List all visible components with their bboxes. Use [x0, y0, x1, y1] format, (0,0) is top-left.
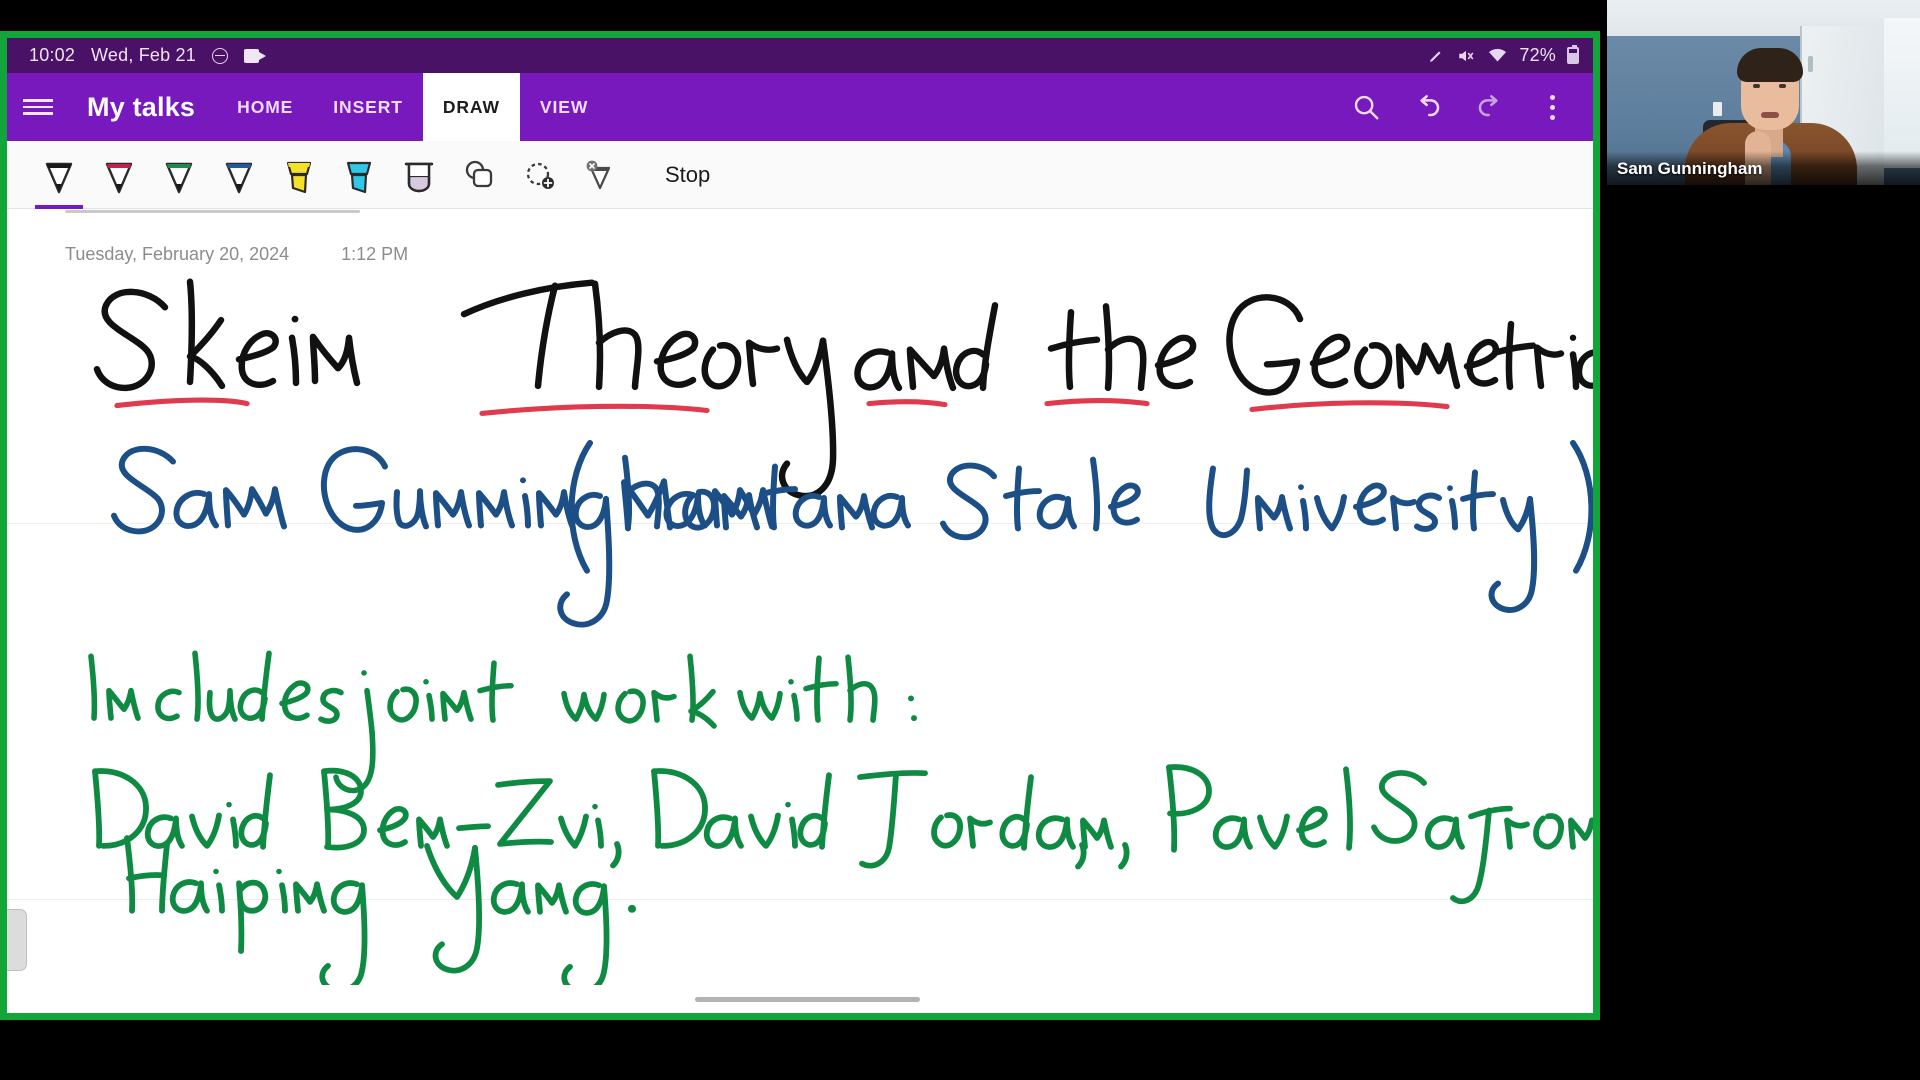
- participant-name-label: Sam Gunningham: [1617, 159, 1763, 178]
- tab-view[interactable]: VIEW: [520, 73, 608, 141]
- battery-percent: 72%: [1519, 45, 1556, 65]
- status-bar-right: 72%: [1427, 45, 1579, 66]
- onenote-app-bar: My talks HOME INSERT DRAW VIEW: [7, 73, 1593, 141]
- status-time: 10:02: [29, 45, 76, 65]
- video-camera-icon: [243, 48, 266, 63]
- pen-red-tool[interactable]: [89, 143, 149, 207]
- volume-muted-icon: [1459, 50, 1474, 61]
- search-icon[interactable]: [1335, 73, 1397, 141]
- more-options-icon[interactable]: [1521, 73, 1583, 141]
- highlighter-cyan-tool[interactable]: [329, 143, 389, 207]
- highlighter-yellow-tool[interactable]: [269, 143, 329, 207]
- battery-icon: [1567, 45, 1579, 64]
- person-eye-right: [1779, 84, 1786, 88]
- undo-icon[interactable]: [1397, 73, 1459, 141]
- stop-button[interactable]: Stop: [655, 158, 720, 192]
- webcam-tile[interactable]: Sam Gunningham: [1607, 0, 1920, 185]
- eraser-tool[interactable]: [389, 143, 449, 207]
- pen-blue-tool[interactable]: [209, 143, 269, 207]
- tab-draw[interactable]: DRAW: [422, 73, 520, 141]
- shared-screen-frame: 10:02 Wed, Feb 21 72% My talks HOME INSE…: [0, 31, 1600, 1020]
- app-bar-actions: [1335, 73, 1593, 141]
- select-shapes-tool[interactable]: [449, 143, 509, 207]
- hamburger-menu-icon[interactable]: [7, 73, 69, 141]
- tab-home[interactable]: HOME: [217, 73, 313, 141]
- status-bar-left: 10:02 Wed, Feb 21: [29, 45, 266, 66]
- person-mouth: [1761, 112, 1779, 118]
- note-page-canvas[interactable]: Tuesday, February 20, 2024 1:12 PM: [7, 209, 1593, 1013]
- handwritten-ink-layer-overflow: [1075, 842, 1087, 870]
- person-hair: [1737, 48, 1803, 82]
- android-nav-bar: [14, 985, 1593, 1013]
- wifi-icon: [1489, 48, 1507, 62]
- window: [1884, 18, 1920, 168]
- android-device-screen: 10:02 Wed, Feb 21 72% My talks HOME INSE…: [7, 38, 1593, 1013]
- ink-monica-vazirani: [1075, 842, 1087, 870]
- light-switch: [1713, 102, 1722, 116]
- screen: 10:02 Wed, Feb 21 72% My talks HOME INSE…: [0, 0, 1920, 1080]
- status-date: Wed, Feb 21: [91, 45, 196, 65]
- stylus-icon: [1430, 51, 1441, 62]
- pen-black-tool[interactable]: [29, 143, 89, 209]
- person-eye-left: [1753, 84, 1760, 88]
- tab-insert[interactable]: INSERT: [313, 73, 423, 141]
- notebook-title: My talks: [87, 91, 196, 122]
- disable-ink-pointer-tool[interactable]: [569, 143, 629, 207]
- lasso-select-add-tool[interactable]: [509, 143, 569, 207]
- home-gesture-pill[interactable]: [694, 996, 920, 1002]
- app-bar-spacer: [608, 73, 1335, 141]
- do-not-disturb-icon: [211, 47, 228, 64]
- redo-icon[interactable]: [1459, 73, 1521, 141]
- side-drawer-handle[interactable]: [7, 909, 27, 971]
- android-status-bar: 10:02 Wed, Feb 21 72%: [7, 38, 1593, 73]
- draw-tool-ribbon: Stop: [7, 141, 1593, 209]
- ribbon-tabs: HOME INSERT DRAW VIEW: [217, 73, 608, 141]
- pen-green-tool[interactable]: [149, 143, 209, 207]
